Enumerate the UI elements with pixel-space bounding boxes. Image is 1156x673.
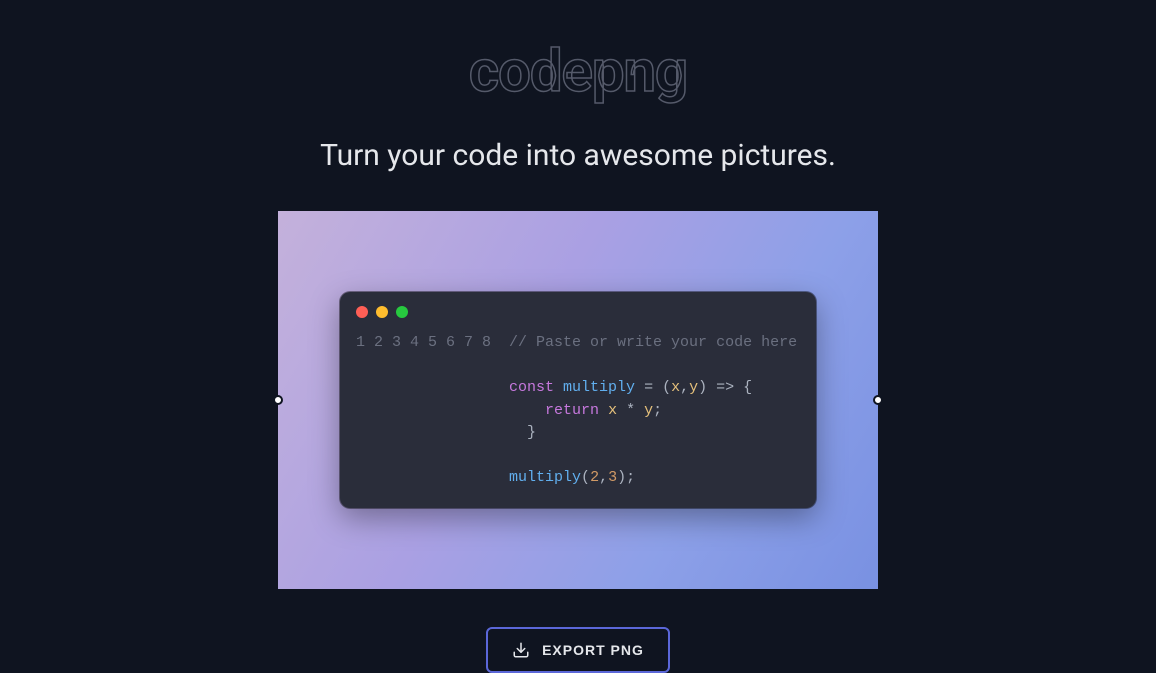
code-content[interactable]: // Paste or write your code here const m… [509, 332, 800, 490]
download-icon [512, 641, 530, 659]
line-gutter: 1 2 3 4 5 6 7 8 [356, 332, 509, 490]
resize-handle-right[interactable] [873, 395, 883, 405]
close-icon [356, 306, 368, 318]
minimize-icon [376, 306, 388, 318]
tagline: Turn your code into awesome pictures. [320, 138, 836, 173]
code-editor[interactable]: 1 2 3 4 5 6 7 8 // Paste or write your c… [356, 332, 800, 490]
window-traffic-lights [356, 306, 800, 318]
export-label: EXPORT PNG [542, 642, 644, 658]
export-png-button[interactable]: EXPORT PNG [486, 627, 670, 673]
preview-canvas[interactable]: 1 2 3 4 5 6 7 8 // Paste or write your c… [278, 211, 878, 589]
app-logo: codepng [469, 38, 687, 106]
resize-handle-left[interactable] [273, 395, 283, 405]
maximize-icon [396, 306, 408, 318]
code-window: 1 2 3 4 5 6 7 8 // Paste or write your c… [340, 292, 816, 508]
preview-wrapper: 1 2 3 4 5 6 7 8 // Paste or write your c… [278, 211, 878, 589]
